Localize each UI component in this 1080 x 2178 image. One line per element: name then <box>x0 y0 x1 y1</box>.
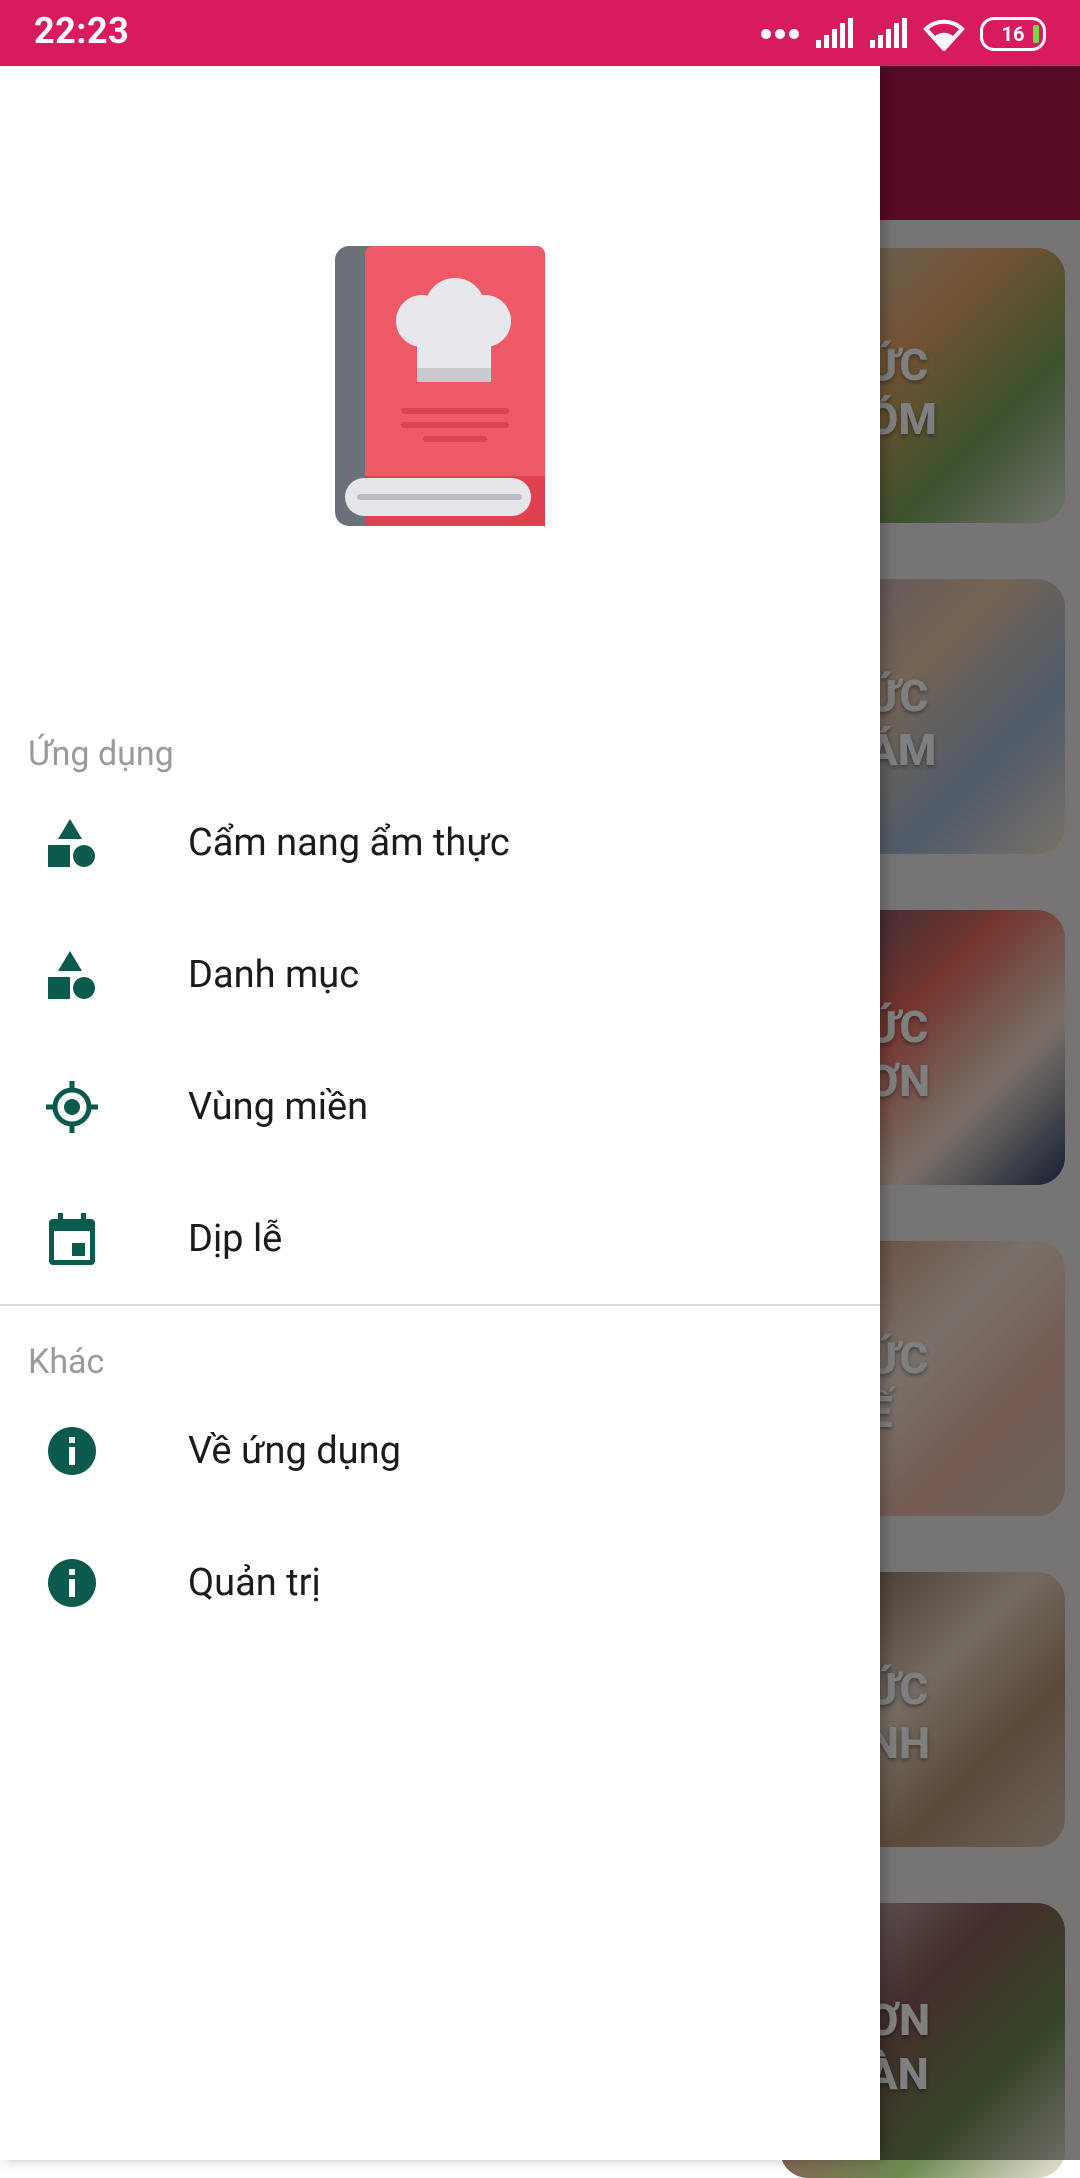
battery-icon: 16 <box>980 17 1046 51</box>
menu-item-vung-mien[interactable]: Vùng miền <box>0 1041 880 1173</box>
calendar-icon <box>49 1213 95 1265</box>
section-divider <box>0 1304 880 1306</box>
info-icon <box>48 1427 96 1475</box>
menu-item-danh-muc[interactable]: Danh mục <box>0 909 880 1041</box>
signal-icon <box>816 18 853 48</box>
menu-item-dip-le[interactable]: Dịp lễ <box>0 1173 880 1305</box>
cookbook-chef-hat-icon <box>335 246 545 526</box>
signal-icon <box>870 18 907 48</box>
status-time: 22:23 <box>34 10 130 52</box>
shapes-icon <box>48 951 95 999</box>
location-target-icon <box>46 1081 98 1133</box>
menu-item-label: Danh mục <box>188 953 360 997</box>
shapes-icon <box>48 819 95 867</box>
menu-item-label: Về ứng dụng <box>188 1429 401 1473</box>
menu-item-label: Cẩm nang ẩm thực <box>188 821 510 865</box>
navigation-drawer: Ứng dụng Cẩm nang ẩm thực Danh mục Vùng … <box>0 66 880 2160</box>
section-title-app: Ứng dụng <box>28 734 174 774</box>
menu-item-label: Quản trị <box>188 1561 321 1605</box>
status-icons: 16 <box>760 14 1046 54</box>
menu-item-about[interactable]: Về ứng dụng <box>0 1385 880 1517</box>
battery-level: 16 <box>1001 22 1025 46</box>
menu-item-admin[interactable]: Quản trị <box>0 1517 880 1649</box>
menu-item-cam-nang[interactable]: Cẩm nang ẩm thực <box>0 777 880 909</box>
menu-item-label: Vùng miền <box>188 1085 369 1129</box>
section-title-other: Khác <box>28 1342 105 1382</box>
wifi-icon <box>923 19 965 51</box>
more-dots-icon <box>761 29 799 39</box>
info-icon <box>48 1559 96 1607</box>
status-bar: 22:23 16 <box>0 0 1080 66</box>
menu-item-label: Dịp lễ <box>188 1217 283 1261</box>
